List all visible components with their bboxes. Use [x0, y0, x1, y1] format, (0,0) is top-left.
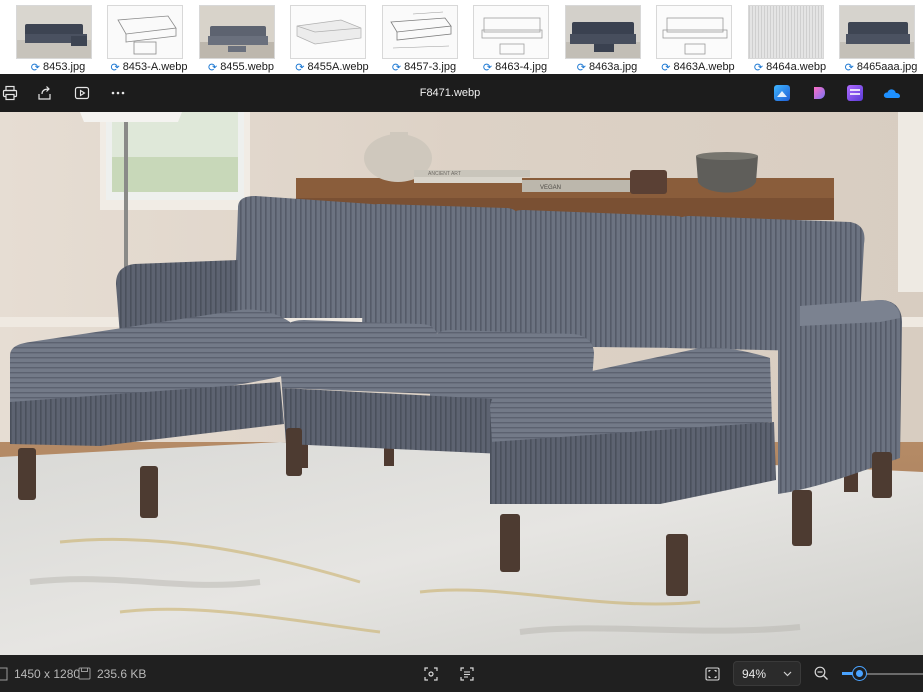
- filmstrip: ⟳ 8453.jpg ⟳ 8453-A.webp ⟳ 8455.webp ⟳ 8455A…: [0, 0, 923, 74]
- thumbnail-image: [565, 5, 641, 59]
- designer-icon: [814, 87, 825, 99]
- thumbnail[interactable]: ⟳ 8455.webp: [193, 2, 277, 74]
- thumbnail-caption: ⟳ 8463-4.jpg: [467, 60, 563, 74]
- thumbnail-caption: ⟳ 8463a.jpg: [559, 60, 655, 74]
- sofa-photo: ANCIENT ART VEGAN: [0, 112, 923, 655]
- thumbnail-caption: ⟳ 8457-3.jpg: [376, 60, 472, 74]
- design-app-button[interactable]: [811, 85, 827, 101]
- thumbnail-filename: 8463-4.jpg: [495, 61, 548, 73]
- thumbnail-filename: 8455.webp: [220, 61, 275, 73]
- fit-button[interactable]: [424, 655, 438, 692]
- zoom-slider-thumb[interactable]: [853, 667, 866, 680]
- dimensions-icon: [0, 667, 8, 680]
- thumbnail-image: [473, 5, 549, 59]
- photo-editor-app-button[interactable]: [774, 85, 790, 101]
- zoom-level-text: 94%: [742, 666, 767, 681]
- fit-window-icon: [705, 666, 720, 681]
- scan-text-icon: [460, 666, 474, 681]
- thumbnail[interactable]: ⟳ 8464a.webp: [742, 2, 826, 74]
- photo-editor-icon: [774, 85, 790, 101]
- zoom-out-button[interactable]: [814, 655, 829, 692]
- video-editor-icon: [847, 85, 863, 101]
- toolbar: F8471.webp: [0, 74, 923, 112]
- onedrive-icon: [883, 89, 900, 98]
- thumbnail-image: [290, 5, 366, 59]
- thumbnail-filename: 8455A.webp: [307, 61, 369, 73]
- dimensions-text: 1450 x 1280: [14, 666, 81, 681]
- book-title-text: ANCIENT ART: [428, 171, 461, 177]
- thumbnail[interactable]: ⟳ 8463A.webp: [650, 2, 735, 74]
- thumbnail-image: [199, 5, 275, 59]
- sync-icon: ⟳: [482, 61, 493, 74]
- thumbnail[interactable]: ⟳ 8455A.webp: [284, 2, 369, 74]
- fit-to-window-button[interactable]: [705, 655, 720, 692]
- image-canvas[interactable]: ANCIENT ART VEGAN: [0, 112, 923, 655]
- sync-icon: ⟳: [753, 61, 764, 74]
- thumbnail-caption: ⟳ 8464a.webp: [742, 60, 838, 74]
- thumbnail-image: [748, 5, 824, 59]
- zoom-level-dropdown[interactable]: 94%: [733, 661, 801, 686]
- thumbnail-image: [16, 5, 92, 59]
- thumbnail-caption: ⟳ 8455A.webp: [284, 60, 380, 74]
- thumbnail-filename: 8464a.webp: [766, 61, 827, 73]
- thumbnail-filename: 8463A.webp: [673, 61, 735, 73]
- save-icon: [78, 667, 91, 680]
- onedrive-button[interactable]: [883, 85, 901, 101]
- thumbnail-filename: 8465aaa.jpg: [856, 61, 918, 73]
- thumbnail-filename: 8453-A.webp: [122, 61, 188, 73]
- sync-icon: ⟳: [207, 61, 218, 74]
- thumbnail-filename: 8453.jpg: [43, 61, 86, 73]
- thumbnail-image: [107, 5, 183, 59]
- thumbnail[interactable]: ⟳ 8463-4.jpg: [467, 2, 551, 74]
- focus-icon: [424, 666, 438, 681]
- sync-icon: ⟳: [391, 61, 402, 74]
- thumbnail-image: [839, 5, 915, 59]
- thumbnail-caption: ⟳ 8465aaa.jpg: [833, 60, 923, 74]
- book-title-text: VEGAN: [540, 185, 561, 191]
- file-size: 235.6 KB: [78, 655, 146, 692]
- image-dimensions: 1450 x 1280: [0, 655, 80, 692]
- thumbnail-filename: 8463a.jpg: [588, 61, 638, 73]
- sync-icon: ⟳: [110, 61, 120, 74]
- zoom-out-icon: [814, 666, 828, 680]
- thumbnail-caption: ⟳ 8463A.webp: [650, 60, 746, 74]
- thumbnail-filename: 8457-3.jpg: [404, 61, 457, 73]
- status-bar: 1450 x 1280 235.6 KB 94%: [0, 655, 923, 692]
- thumbnail-selected[interactable]: ⟳ 8463a.jpg: [559, 2, 643, 74]
- thumbnail[interactable]: ⟳ 8457-3.jpg: [376, 2, 460, 74]
- thumbnail[interactable]: ⟳ 8453.jpg: [10, 2, 94, 74]
- photo-viewer-window: ⟳ 8453.jpg ⟳ 8453-A.webp ⟳ 8455.webp ⟳ 8455A…: [0, 0, 923, 692]
- thumbnail-caption: ⟳ 8453.jpg: [10, 60, 106, 74]
- sync-icon: ⟳: [661, 61, 671, 74]
- sync-icon: ⟳: [295, 61, 305, 74]
- file-title: F8471.webp: [419, 87, 481, 99]
- thumbnail-image: [382, 5, 458, 59]
- file-size-text: 235.6 KB: [97, 666, 147, 681]
- thumbnail-caption: ⟳ 8455.webp: [193, 60, 289, 74]
- sync-icon: ⟳: [30, 61, 40, 74]
- thumbnail[interactable]: ⟳ 8453-A.webp: [101, 2, 188, 74]
- thumbnail[interactable]: ⟳ 8465aaa.jpg: [833, 2, 917, 74]
- thumbnail-image: [656, 5, 732, 59]
- sync-icon: ⟳: [844, 61, 854, 74]
- clipchamp-app-button[interactable]: [847, 85, 863, 101]
- chevron-down-icon: [783, 671, 792, 676]
- sync-icon: ⟳: [576, 61, 586, 74]
- thumbnail-caption: ⟳ 8453-A.webp: [101, 60, 197, 74]
- text-extract-button[interactable]: [460, 655, 474, 692]
